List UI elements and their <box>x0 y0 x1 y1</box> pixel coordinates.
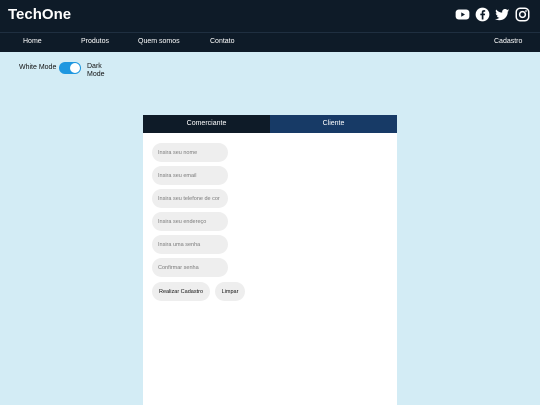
dark-mode-label: Dark Mode <box>87 63 105 78</box>
password-input[interactable] <box>152 235 228 254</box>
main-nav: Home Produtos Quem somos Contato Cadastr… <box>0 32 540 52</box>
nav-item-cadastro[interactable]: Cadastro <box>494 38 522 45</box>
confirm-password-input[interactable] <box>152 258 228 277</box>
instagram-icon[interactable] <box>515 7 530 22</box>
email-input[interactable] <box>152 166 228 185</box>
address-input[interactable] <box>152 212 228 231</box>
tab-comerciante[interactable]: Comerciante <box>143 115 270 133</box>
clear-button[interactable]: Limpar <box>215 282 245 301</box>
nav-item-home[interactable]: Home <box>23 38 42 45</box>
white-mode-label: White Mode <box>19 64 57 71</box>
brand-logo[interactable]: TechOne <box>8 6 71 23</box>
facebook-icon[interactable] <box>475 7 490 22</box>
nav-item-quem-somos[interactable]: Quem somos <box>138 38 180 45</box>
twitter-icon[interactable] <box>495 7 510 22</box>
name-input[interactable] <box>152 143 228 162</box>
nav-item-produtos[interactable]: Produtos <box>81 38 109 45</box>
theme-toggle[interactable] <box>59 62 81 74</box>
register-panel: Comerciante Cliente Realizar Cadastro Li… <box>143 115 397 405</box>
phone-input[interactable] <box>152 189 228 208</box>
account-type-tabs: Comerciante Cliente <box>143 115 397 133</box>
submit-register-button[interactable]: Realizar Cadastro <box>152 282 210 301</box>
toggle-knob <box>70 63 80 73</box>
tab-cliente[interactable]: Cliente <box>270 115 397 133</box>
top-header: TechOne <box>0 0 540 32</box>
social-links <box>455 7 530 22</box>
nav-item-contato[interactable]: Contato <box>210 38 235 45</box>
youtube-icon[interactable] <box>455 7 470 22</box>
